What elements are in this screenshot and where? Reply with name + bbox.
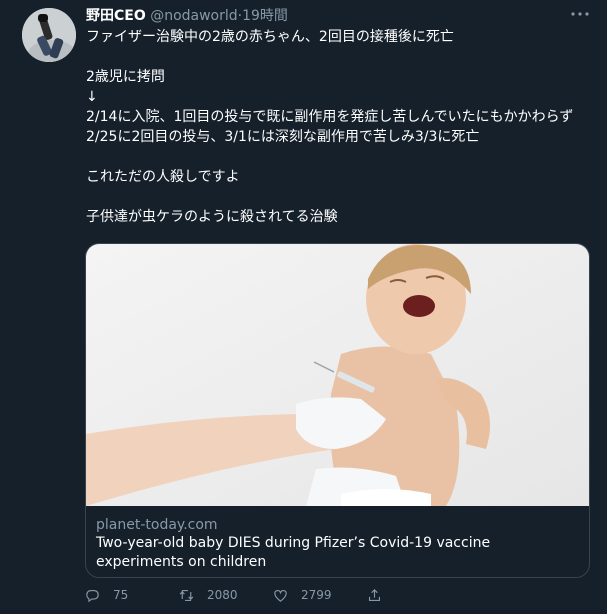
tweet-line: 2/25に2回目の投与、3/1には深刻な副作用で苦しみ3/3に死亡 (86, 129, 480, 145)
like-icon (274, 589, 287, 602)
like-button[interactable]: 2799 (272, 585, 332, 605)
card-image (86, 244, 589, 506)
display-name[interactable]: 野田CEO (86, 8, 146, 24)
avatar-photo (22, 8, 76, 62)
tweet-line: ↓ (86, 89, 98, 105)
card-title: Two-year-old baby DIES during Pfizer’s C… (96, 535, 491, 570)
share-icon (368, 588, 381, 601)
tweet-line: 2/14に入院、1回目の投与で既に副作用を発症し苦しんでいたにもかかわらず (86, 109, 574, 125)
user-handle[interactable]: @nodaworld (150, 8, 237, 24)
share-button[interactable] (366, 585, 395, 605)
card-domain: planet-today.com (96, 517, 218, 533)
more-icon-glyph (571, 12, 589, 16)
tweet-time[interactable]: 19時間 (242, 8, 288, 24)
retweet-count: 2080 (207, 588, 238, 602)
reply-button[interactable]: 75 (84, 585, 128, 605)
reply-icon (86, 589, 99, 602)
link-card[interactable]: planet-today.com Two-year-old baby DIES … (85, 243, 590, 578)
reply-count: 75 (113, 588, 129, 602)
retweet-button[interactable]: 2080 (178, 585, 238, 605)
tweet-line: これただの人殺しですよ (86, 169, 240, 185)
tweet-text: ファイザー治験中の2歳の赤ちゃん、2回目の接種後に死亡 2歳児に拷問 ↓ 2/1… (86, 27, 596, 227)
tweet-header: 野田CEO @nodaworld·19時間 (86, 7, 577, 27)
retweet-icon (179, 589, 194, 601)
tweet-line: ファイザー治験中の2歳の赤ちゃん、2回目の接種後に死亡 (86, 29, 454, 45)
tweet-line: 子供達が虫ケラのように殺されてる治験 (86, 209, 338, 225)
avatar[interactable] (22, 8, 76, 62)
like-count: 2799 (301, 588, 332, 602)
tweet-actions: 75 2080 2799 (84, 585, 464, 605)
tweet-line: 2歳児に拷問 (86, 69, 165, 85)
more-icon[interactable] (569, 4, 591, 24)
